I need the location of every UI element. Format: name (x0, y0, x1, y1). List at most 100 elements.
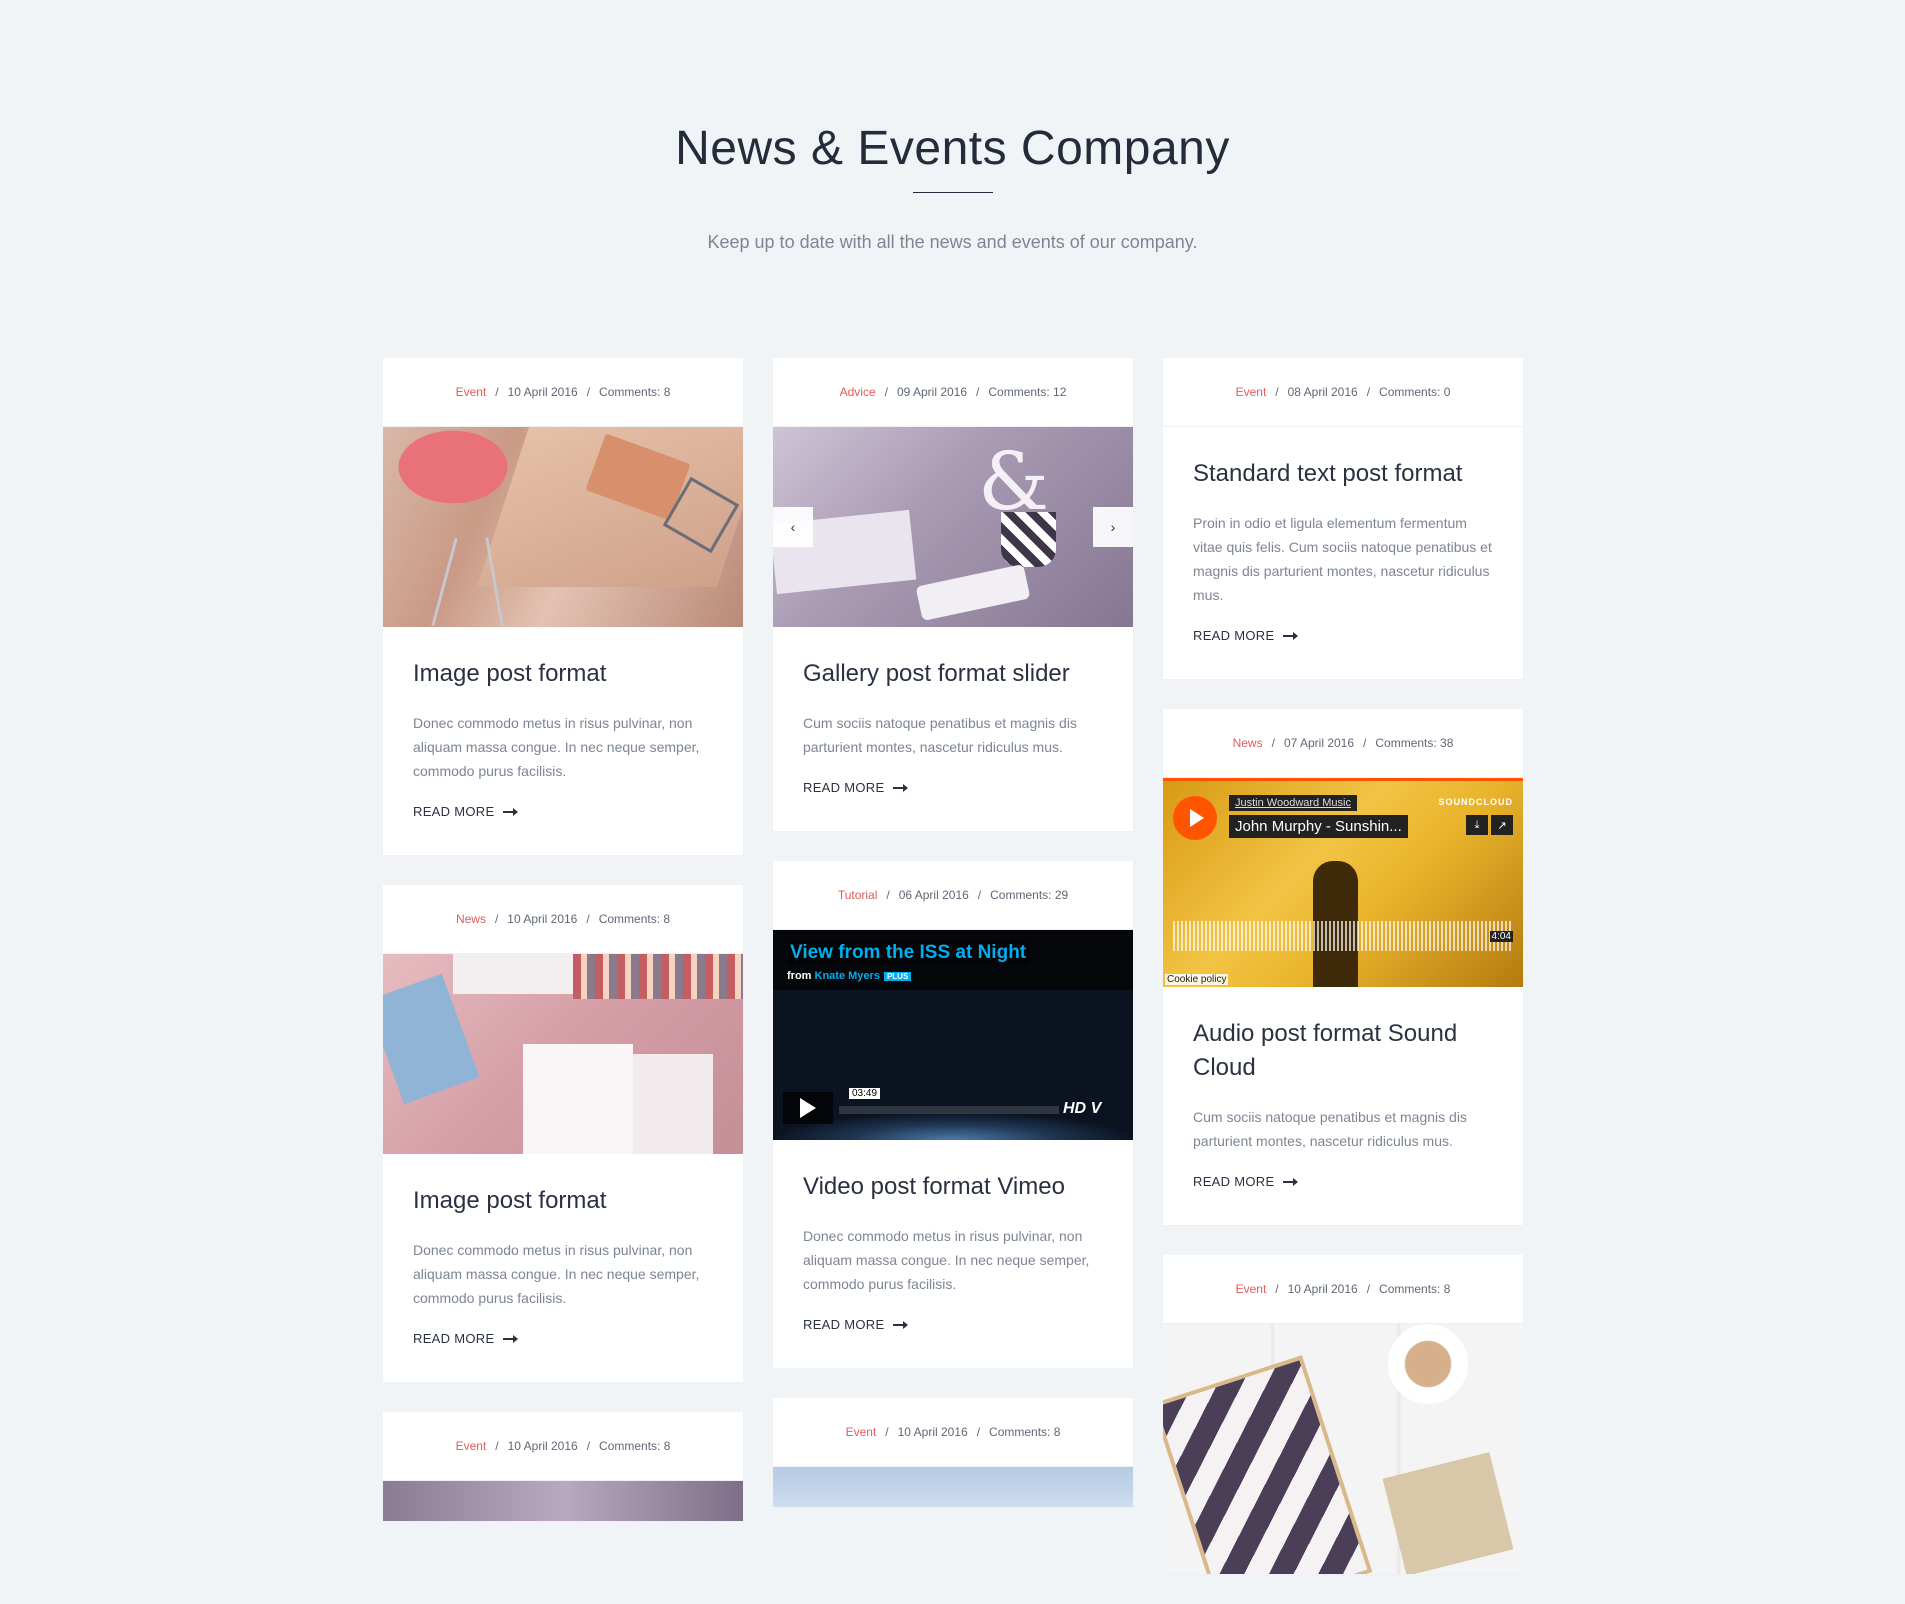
post-image[interactable] (773, 1467, 1133, 1507)
post-image[interactable] (383, 954, 743, 1154)
post-meta: Event/ 10 April 2016/ Comments: 8 (1163, 1255, 1523, 1324)
post-date: 06 April 2016 (898, 888, 969, 902)
slider-prev-button[interactable]: ‹ (773, 507, 813, 547)
post-date: 08 April 2016 (1287, 385, 1358, 399)
post-meta: News/ 10 April 2016/ Comments: 8 (383, 885, 743, 954)
track-duration: 4:04 (1489, 931, 1513, 942)
post-image[interactable] (383, 1481, 743, 1521)
post-excerpt: Cum sociis natoque penatibus et magnis d… (1193, 1109, 1467, 1149)
post-title[interactable]: Video post format Vimeo (803, 1170, 1103, 1204)
hd-toggle[interactable]: HD V (1063, 1100, 1101, 1118)
arrow-right-icon (1283, 631, 1299, 640)
post-category[interactable]: Event (1236, 385, 1267, 399)
post-category[interactable]: Event (1236, 1282, 1267, 1296)
read-more-link[interactable]: READ MORE (1193, 628, 1299, 643)
column-2: Advice/ 09 April 2016/ Comments: 12 & ‹ … (773, 358, 1133, 1537)
track-title[interactable]: John Murphy - Sunshin... (1229, 815, 1408, 838)
post-category[interactable]: Tutorial (838, 888, 878, 902)
post-category[interactable]: Event (846, 1425, 877, 1439)
gallery-slider[interactable]: & ‹ › (773, 427, 1133, 627)
post-image[interactable] (1163, 1324, 1523, 1574)
column-3: Event/ 08 April 2016/ Comments: 0 Standa… (1163, 358, 1523, 1604)
post-image[interactable] (383, 427, 743, 627)
post-card: News/ 07 April 2016/ Comments: 38 Justin… (1163, 709, 1523, 1225)
post-comments[interactable]: Comments: 0 (1379, 385, 1450, 399)
post-meta: Advice/ 09 April 2016/ Comments: 12 (773, 358, 1133, 427)
post-date: 10 April 2016 (1287, 1282, 1358, 1296)
post-title[interactable]: Standard text post format (1193, 457, 1493, 491)
read-more-link[interactable]: READ MORE (1193, 1174, 1299, 1189)
plus-badge: PLUS (883, 972, 912, 981)
post-excerpt: Donec commodo metus in risus pulvinar, n… (413, 715, 700, 779)
post-category[interactable]: Advice (840, 385, 876, 399)
post-category[interactable]: News (1233, 736, 1263, 750)
arrow-right-icon (503, 807, 519, 816)
post-comments[interactable]: Comments: 8 (599, 1439, 670, 1453)
post-category[interactable]: News (456, 912, 486, 926)
post-card: Event/ 10 April 2016/ Comments: 8 Image … (383, 358, 743, 855)
vimeo-player[interactable]: View from the ISS at Night from Knate My… (773, 930, 1133, 1140)
post-date: 10 April 2016 (507, 1439, 578, 1453)
post-comments[interactable]: Comments: 12 (988, 385, 1066, 399)
slider-next-button[interactable]: › (1093, 507, 1133, 547)
post-title[interactable]: Image post format (413, 657, 713, 691)
page-subtitle: Keep up to date with all the news and ev… (707, 232, 1198, 252)
post-meta: News/ 07 April 2016/ Comments: 38 (1163, 709, 1523, 778)
play-button[interactable] (1173, 796, 1217, 840)
share-icon[interactable]: ↗ (1491, 815, 1513, 835)
post-title[interactable]: Gallery post format slider (803, 657, 1103, 691)
waveform[interactable] (1173, 921, 1513, 951)
post-meta: Event/ 10 April 2016/ Comments: 8 (773, 1398, 1133, 1467)
post-excerpt: Donec commodo metus in risus pulvinar, n… (803, 1228, 1090, 1292)
read-more-label: READ MORE (413, 804, 495, 819)
read-more-label: READ MORE (413, 1331, 495, 1346)
chevron-left-icon: ‹ (790, 519, 796, 535)
video-byline: from Knate Myers PLUS (787, 970, 912, 982)
vimeo-logo-icon: V (1090, 1100, 1102, 1117)
read-more-link[interactable]: READ MORE (803, 1317, 909, 1332)
soundcloud-logo-icon[interactable]: SOUNDCLOUD (1439, 797, 1514, 807)
post-card: Tutorial/ 06 April 2016/ Comments: 29 Vi… (773, 861, 1133, 1368)
track-artist[interactable]: Justin Woodward Music (1229, 795, 1357, 811)
post-category[interactable]: Event (456, 385, 487, 399)
read-more-label: READ MORE (1193, 1174, 1275, 1189)
post-meta: Event/ 10 April 2016/ Comments: 8 (383, 358, 743, 427)
read-more-link[interactable]: READ MORE (803, 780, 909, 795)
page-title: News & Events Company (675, 122, 1230, 175)
play-button[interactable] (783, 1092, 833, 1124)
post-date: 10 April 2016 (507, 385, 578, 399)
post-comments[interactable]: Comments: 8 (1379, 1282, 1450, 1296)
post-category[interactable]: Event (456, 1439, 487, 1453)
post-comments[interactable]: Comments: 8 (599, 385, 670, 399)
post-comments[interactable]: Comments: 8 (989, 1425, 1060, 1439)
column-1: Event/ 10 April 2016/ Comments: 8 Image … (383, 358, 743, 1551)
post-title[interactable]: Image post format (413, 1184, 713, 1218)
post-card: Event/ 10 April 2016/ Comments: 8 (1163, 1255, 1523, 1574)
read-more-link[interactable]: READ MORE (413, 804, 519, 819)
video-progress-bar[interactable] (839, 1106, 1059, 1114)
post-comments[interactable]: Comments: 29 (990, 888, 1068, 902)
post-date: 07 April 2016 (1283, 736, 1355, 750)
soundcloud-player[interactable]: Justin Woodward Music John Murphy - Suns… (1163, 778, 1523, 987)
post-date: 10 April 2016 (897, 1425, 968, 1439)
post-date: 09 April 2016 (896, 385, 968, 399)
title-divider (913, 192, 993, 193)
post-card: Event/ 10 April 2016/ Comments: 8 (773, 1398, 1133, 1507)
post-comments[interactable]: Comments: 8 (599, 912, 670, 926)
post-comments[interactable]: Comments: 38 (1375, 736, 1453, 750)
cookie-policy-link[interactable]: Cookie policy (1165, 974, 1229, 985)
arrow-right-icon (893, 783, 909, 792)
post-title[interactable]: Audio post format Sound Cloud (1193, 1017, 1493, 1085)
post-date: 10 April 2016 (507, 912, 578, 926)
post-excerpt: Donec commodo metus in risus pulvinar, n… (413, 1242, 700, 1306)
arrow-right-icon (893, 1320, 909, 1329)
read-more-link[interactable]: READ MORE (413, 1331, 519, 1346)
video-title[interactable]: View from the ISS at Night (787, 942, 1030, 964)
download-icon[interactable]: ⤓ (1466, 815, 1488, 835)
post-excerpt: Proin in odio et ligula elementum fermen… (1193, 515, 1492, 603)
post-meta: Event/ 10 April 2016/ Comments: 8 (383, 1412, 743, 1481)
post-meta: Event/ 08 April 2016/ Comments: 0 (1163, 358, 1523, 427)
video-author[interactable]: Knate Myers (815, 970, 880, 982)
read-more-label: READ MORE (1193, 628, 1275, 643)
post-card: Advice/ 09 April 2016/ Comments: 12 & ‹ … (773, 358, 1133, 831)
